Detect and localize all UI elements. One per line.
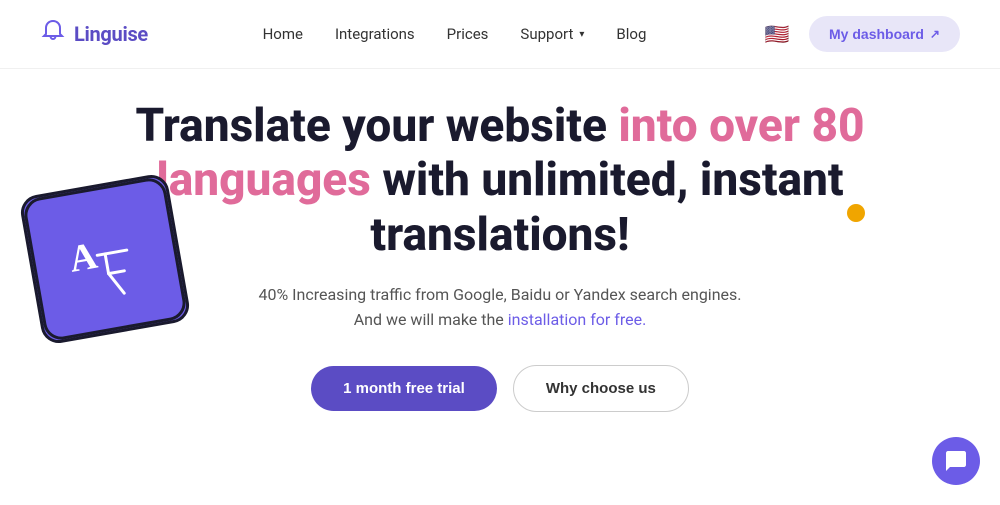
translation-icon-card: A: [30, 184, 185, 339]
nav-blog[interactable]: Blog: [616, 25, 646, 43]
decorative-dot: [847, 204, 865, 222]
free-trial-button[interactable]: 1 month free trial: [311, 366, 497, 411]
chat-icon: [944, 449, 968, 473]
hero-title: Translate your website into over 80 lang…: [120, 99, 880, 262]
chat-bubble-button[interactable]: [932, 437, 980, 485]
language-selector[interactable]: 🇺🇸: [761, 22, 793, 46]
logo[interactable]: Linguise: [40, 18, 148, 50]
support-chevron-icon: ▾: [579, 29, 584, 40]
nav-links: Home Integrations Prices Support ▾ Blog: [263, 25, 647, 43]
svg-text:A: A: [66, 235, 101, 281]
nav-support[interactable]: Support ▾: [520, 25, 584, 43]
logo-icon: [40, 18, 66, 50]
hero-cta-buttons: 1 month free trial Why choose us: [311, 365, 689, 412]
why-choose-us-button[interactable]: Why choose us: [513, 365, 689, 412]
hero-subtitle: 40% Increasing traffic from Google, Baid…: [258, 282, 741, 333]
navbar: Linguise Home Integrations Prices Suppor…: [0, 0, 1000, 69]
nav-home[interactable]: Home: [263, 25, 303, 43]
nav-prices[interactable]: Prices: [447, 25, 489, 43]
dashboard-button[interactable]: My dashboard ↗: [809, 16, 960, 52]
nav-right: 🇺🇸 My dashboard ↗: [761, 16, 960, 52]
nav-integrations[interactable]: Integrations: [335, 25, 415, 43]
hero-section: A Translate your website into over 80 la…: [0, 69, 1000, 432]
installation-link[interactable]: installation for free.: [508, 310, 647, 329]
flag-icon: 🇺🇸: [765, 22, 790, 46]
external-link-icon: ↗: [930, 27, 940, 41]
logo-text: Linguise: [74, 22, 148, 46]
